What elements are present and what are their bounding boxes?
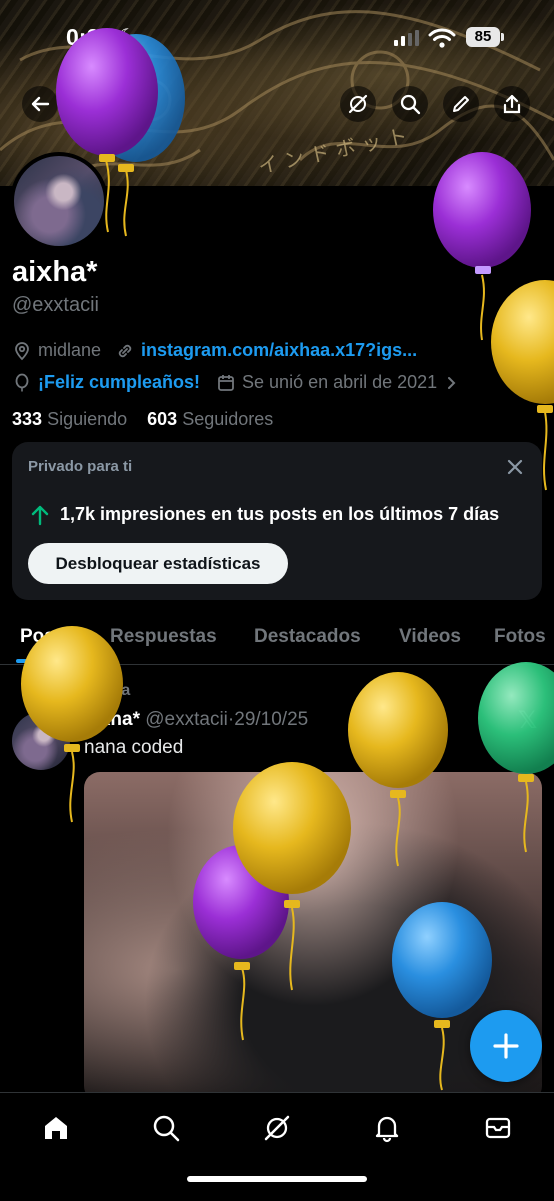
nav-home[interactable]: [38, 1110, 74, 1146]
nav-messages[interactable]: [480, 1110, 516, 1146]
nav-grok[interactable]: [259, 1110, 295, 1146]
grok-icon: [264, 1115, 290, 1141]
compose-post-button[interactable]: [470, 1010, 542, 1082]
balloon-purple-1: [56, 28, 158, 233]
balloon-yellow-1: [491, 280, 554, 491]
messages-icon: [485, 1117, 511, 1139]
balloons-overlay: [21, 28, 554, 1091]
balloon-yellow-2: [21, 626, 123, 823]
home-indicator: [187, 1176, 367, 1182]
home-icon: [45, 1117, 67, 1139]
nav-notifications[interactable]: [369, 1110, 405, 1146]
nav-search[interactable]: [148, 1110, 184, 1146]
balloon-green-1: [478, 662, 554, 853]
search-icon: [153, 1115, 180, 1142]
plus-icon: [493, 1033, 519, 1059]
bottom-navigation: [0, 1092, 554, 1201]
balloon-yellow-3: [348, 672, 448, 867]
notifications-icon: [375, 1116, 399, 1143]
